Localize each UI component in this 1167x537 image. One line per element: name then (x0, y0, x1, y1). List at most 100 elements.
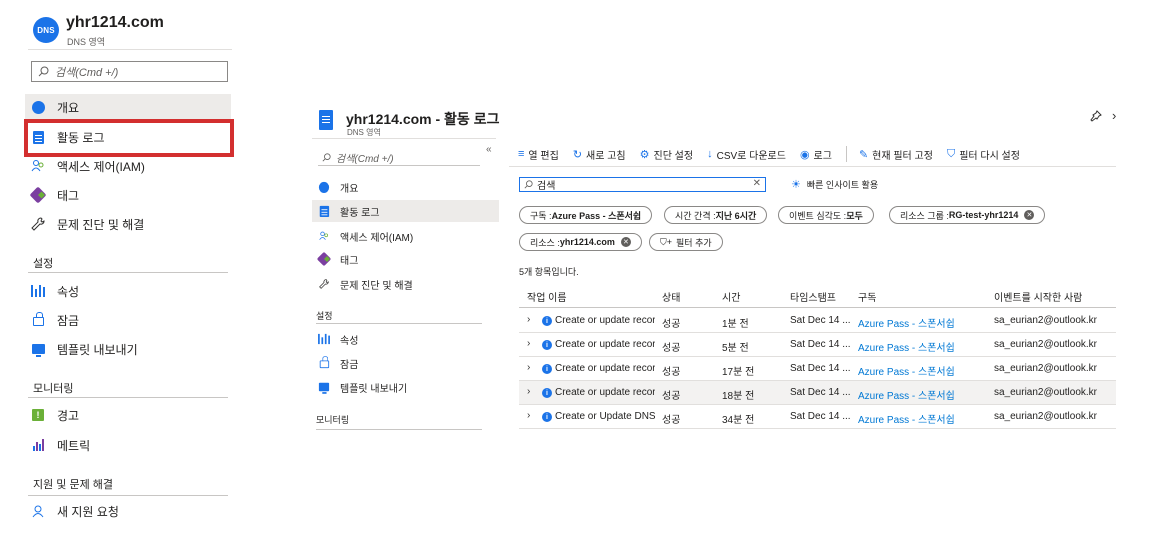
blade-subtitle: DNS 영역 (347, 128, 381, 137)
cell-subscription-link[interactable]: Azure Pass - 스폰서쉽 (858, 315, 955, 330)
pill-prefix: 시간 간격 : (675, 210, 716, 221)
table-header-divider (519, 307, 1116, 308)
cell-operation: Create or update recor (555, 339, 655, 350)
chevron-right-icon[interactable]: › (527, 338, 530, 349)
info-icon: i (542, 388, 552, 398)
quick-insights-button[interactable]: ☀ 빠른 인사이트 활용 (791, 178, 878, 191)
pill-value: yhr1214.com (559, 237, 615, 247)
nav-item-properties[interactable]: 속성 (25, 278, 231, 304)
chevron-right-icon[interactable]: › (527, 362, 530, 373)
blade-nav-item-locks[interactable]: 잠금 (312, 352, 499, 374)
refresh-button[interactable]: ↻ 새로 고침 (573, 147, 626, 162)
cell-time: 17분 전 (722, 367, 755, 378)
nav-item-access-control[interactable]: 액세스 제어(IAM) (25, 153, 231, 179)
table-row[interactable]: › i Create or update recor 성공 5분 전 Sat D… (519, 333, 1116, 357)
cell-time: 18분 전 (722, 391, 755, 402)
column-header[interactable]: 이벤트를 시작한 사람 (994, 289, 1082, 304)
table-row[interactable]: › i Create or Update DNS 성공 34분 전 Sat De… (519, 405, 1116, 429)
filter-pill-resource-group[interactable]: 리소스 그룹 : RG-test-yhr1214 ✕ (889, 206, 1046, 224)
remove-filter-icon[interactable]: ✕ (620, 237, 631, 247)
collapse-menu-icon[interactable]: « (486, 144, 492, 155)
column-header[interactable]: 구독 (858, 289, 876, 304)
button-label: 로그 (813, 150, 832, 162)
blade-nav-item-tags[interactable]: 태그 (312, 248, 499, 270)
column-header[interactable]: 상태 (662, 289, 680, 304)
cell-subscription-link[interactable]: Azure Pass - 스폰서쉽 (858, 339, 955, 354)
nav-item-overview[interactable]: 개요 (25, 94, 231, 120)
nav-item-metrics[interactable]: 메트릭 (25, 432, 231, 458)
header-divider (312, 138, 496, 139)
cell-status: 성공 (662, 391, 681, 402)
filter-reset-icon: ⛉ (946, 147, 956, 160)
edit-columns-button[interactable]: ≡ 열 편집 (518, 147, 559, 162)
table-row[interactable]: › i Create or update recor 성공 1분 전 Sat D… (519, 309, 1116, 333)
cell-initiator: sa_eurian2@outlook.kr (994, 363, 1097, 374)
pill-prefix: 이벤트 심각도 : (789, 210, 847, 221)
chevron-right-icon[interactable]: › (527, 314, 530, 325)
cell-operation: Create or update recor (555, 387, 655, 398)
cell-subscription-link[interactable]: Azure Pass - 스폰서쉽 (858, 387, 955, 402)
remove-filter-icon[interactable]: ✕ (1024, 210, 1035, 220)
section-divider (28, 272, 228, 273)
blade-nav-item-properties[interactable]: 속성 (312, 328, 499, 350)
cell-subscription-link[interactable]: Azure Pass - 스폰서쉽 (858, 411, 955, 426)
pill-value: RG-test-yhr1214 (948, 210, 1019, 220)
pill-prefix: 리소스 그룹 : (900, 210, 949, 221)
section-support-title: 지원 및 문제 해결 (33, 479, 114, 491)
nav-item-alerts[interactable]: ! 경고 (25, 402, 231, 428)
nav-item-export-template[interactable]: 템플릿 내보내기 (25, 336, 231, 362)
clear-icon[interactable]: ✕ (753, 178, 761, 189)
cell-timestamp: Sat Dec 14 ... (790, 387, 851, 398)
download-csv-button[interactable]: ↓ CSV로 다운로드 (707, 147, 786, 162)
nav-item-diagnose[interactable]: 문제 진단 및 해결 (25, 211, 231, 237)
chevron-right-icon[interactable]: › (1112, 108, 1116, 123)
column-header[interactable]: 타임스탬프 (790, 289, 836, 304)
chevron-right-icon[interactable]: › (527, 386, 530, 397)
blade-nav-item-activity-log[interactable]: 활동 로그 (312, 200, 499, 222)
activity-log-icon (319, 110, 333, 130)
button-label: 필터 추가 (676, 237, 712, 248)
activity-search-input[interactable]: 검색 ✕ (519, 177, 766, 192)
blade-nav-item-overview[interactable]: 개요 (312, 176, 499, 198)
pin-current-filters-button[interactable]: ✎ 현재 필터 고정 (859, 147, 933, 162)
resource-menu-panel: DNS yhr1214.com DNS 영역 검색(Cmd +/) 개요 활동 … (0, 0, 240, 537)
filter-pill-subscription[interactable]: 구독 : Azure Pass - 스폰서쉽 (519, 206, 653, 224)
info-icon: i (542, 340, 552, 350)
cell-initiator: sa_eurian2@outlook.kr (994, 339, 1097, 350)
nav-item-locks[interactable]: 잠금 (25, 307, 231, 333)
column-header[interactable]: 시간 (722, 289, 740, 304)
blade-nav-item-access-control[interactable]: 액세스 제어(IAM) (312, 225, 499, 247)
button-label: 새로 고침 (586, 150, 626, 162)
blade-nav-item-diagnose[interactable]: 문제 진단 및 해결 (312, 273, 499, 295)
add-filter-button[interactable]: ⛉+ 필터 추가 (649, 233, 723, 251)
nav-item-tags[interactable]: 태그 (25, 182, 231, 208)
toolbar-separator (845, 146, 847, 162)
chevron-right-icon[interactable]: › (527, 410, 530, 421)
lock-icon (31, 312, 45, 327)
pin-icon[interactable] (1090, 110, 1102, 125)
nav-item-label: 잠금 (57, 313, 80, 328)
filter-pill-severity[interactable]: 이벤트 심각도 : 모두 (778, 206, 874, 224)
filter-pill-resource[interactable]: 리소스 : yhr1214.com ✕ (519, 233, 642, 251)
nav-item-label: 잠금 (340, 359, 359, 371)
nav-item-label: 액세스 제어(IAM) (57, 159, 145, 174)
reset-filters-button[interactable]: ⛉ 필터 다시 설정 (947, 147, 1020, 162)
cell-subscription-link[interactable]: Azure Pass - 스폰서쉽 (858, 363, 955, 378)
tag-icon (29, 186, 47, 204)
blade-menu-search-input[interactable]: 검색(Cmd +/) (318, 149, 480, 166)
nav-item-label: 태그 (57, 188, 80, 203)
cell-time: 5분 전 (722, 343, 749, 354)
logs-button[interactable]: ◉ 로그 (800, 147, 832, 162)
filter-pill-timespan[interactable]: 시간 간격 : 지난 6시간 (664, 206, 768, 224)
button-label: 빠른 인사이트 활용 (806, 180, 879, 190)
column-header[interactable]: 작업 이름 (527, 289, 567, 304)
table-row[interactable]: › i Create or update recor 성공 18분 전 Sat … (519, 381, 1116, 405)
button-label: 현재 필터 고정 (872, 150, 933, 162)
diagnostic-settings-button[interactable]: ⚙ 진단 설정 (640, 147, 693, 162)
nav-item-new-support-request[interactable]: 새 지원 요청 (25, 498, 231, 524)
menu-search-input[interactable]: 검색(Cmd +/) (31, 61, 228, 82)
properties-icon (31, 284, 45, 298)
cell-status: 성공 (662, 415, 681, 426)
table-row[interactable]: › i Create or update recor 성공 17분 전 Sat … (519, 357, 1116, 381)
blade-nav-item-export-template[interactable]: 템플릿 내보내기 (312, 376, 499, 398)
